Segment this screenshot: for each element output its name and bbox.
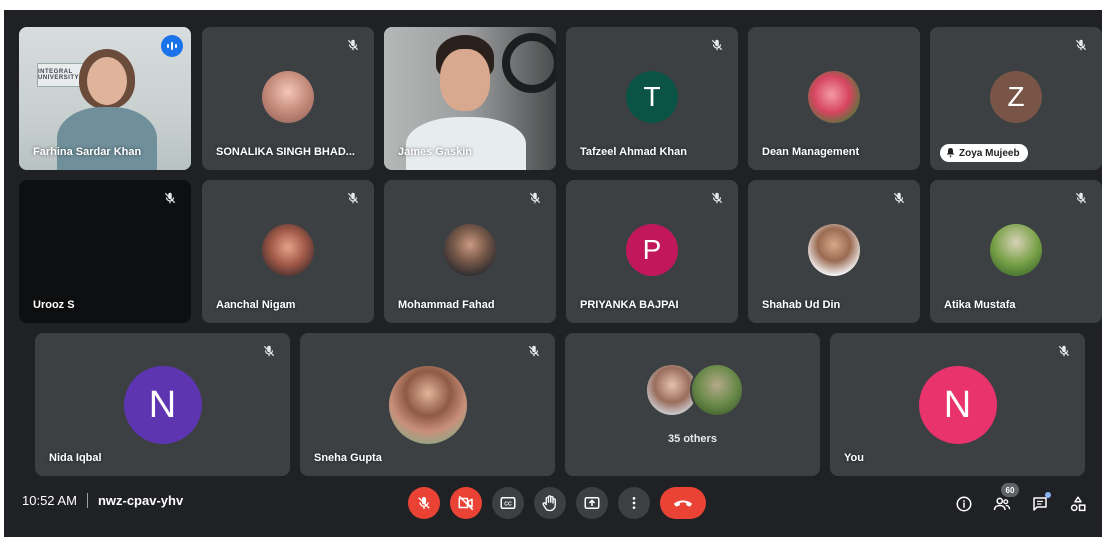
- participant-name: Tafzeel Ahmad Khan: [580, 146, 687, 158]
- divider: [86, 493, 88, 508]
- mic-off-icon: [1072, 189, 1090, 207]
- chat-notification-dot: [1045, 492, 1051, 498]
- leave-call-button[interactable]: [660, 487, 706, 519]
- avatar: P: [626, 224, 678, 276]
- tile-priyanka-bajpai[interactable]: P PRIYANKA BAJPAI: [566, 180, 738, 323]
- avatar: Z: [990, 71, 1042, 123]
- participant-name: SONALIKA SINGH BHAD...: [216, 146, 355, 158]
- tile-others[interactable]: 35 others: [565, 333, 820, 476]
- participant-name: James Gaskin: [398, 146, 472, 158]
- tile-shahab-ud-din[interactable]: Shahab Ud Din: [748, 180, 920, 323]
- mic-off-icon: [416, 495, 432, 511]
- speaking-indicator-icon: [161, 35, 183, 57]
- mic-toggle-button[interactable]: [408, 487, 440, 519]
- participant-name: Shahab Ud Din: [762, 299, 841, 311]
- camera-toggle-button[interactable]: [450, 487, 482, 519]
- avatar: [990, 224, 1042, 276]
- activities-button[interactable]: [1064, 490, 1092, 518]
- avatar: [444, 224, 496, 276]
- meeting-stage: INTEGRAL UNIVERSITY Farhina Sardar Khan …: [4, 10, 1102, 537]
- mic-off-icon: [1055, 342, 1073, 360]
- participant-name: Dean Management: [762, 146, 860, 158]
- info-icon: [956, 496, 972, 512]
- person-body: [406, 117, 526, 170]
- participant-name: Sneha Gupta: [314, 452, 382, 464]
- participant-name: Zoya Mujeeb: [959, 147, 1020, 159]
- tile-you[interactable]: N You: [830, 333, 1085, 476]
- closed-captions-icon: CC: [500, 497, 516, 509]
- meeting-info: 10:52 AM nwz-cpav-yhv: [22, 493, 183, 508]
- participant-name: You: [844, 452, 864, 464]
- tile-tafzeel[interactable]: T Tafzeel Ahmad Khan: [566, 27, 738, 170]
- mic-off-icon: [1072, 36, 1090, 54]
- call-end-icon: [673, 500, 693, 507]
- people-count-badge: 60: [1001, 483, 1019, 497]
- others-count: 35 others: [668, 433, 717, 445]
- chat-button[interactable]: [1026, 490, 1054, 518]
- more-vert-icon: [632, 497, 636, 509]
- mic-off-icon: [525, 342, 543, 360]
- participant-name: Aanchal Nigam: [216, 299, 296, 311]
- avatar: [262, 224, 314, 276]
- info-button[interactable]: [950, 490, 978, 518]
- participant-name: Atika Mustafa: [944, 299, 1016, 311]
- meeting-code: nwz-cpav-yhv: [97, 493, 184, 508]
- person-body: [57, 107, 157, 170]
- tile-atika-mustafa[interactable]: Atika Mustafa: [930, 180, 1102, 323]
- tile-nida-iqbal[interactable]: N Nida Iqbal: [35, 333, 290, 476]
- meeting-time: 10:52 AM: [22, 493, 77, 508]
- person-face: [87, 57, 127, 105]
- person-face: [440, 49, 490, 111]
- wreath-decoration: [502, 33, 556, 93]
- mic-off-icon: [708, 189, 726, 207]
- more-options-button[interactable]: [618, 487, 650, 519]
- videocam-off-icon: [458, 495, 474, 511]
- participant-name: Farhina Sardar Khan: [33, 146, 142, 158]
- people-button[interactable]: 60: [988, 483, 1019, 518]
- tile-sonalika[interactable]: SONALIKA SINGH BHAD...: [202, 27, 374, 170]
- present-screen-icon: [584, 497, 600, 509]
- mic-off-icon: [708, 36, 726, 54]
- tile-farhina-sardar-khan[interactable]: INTEGRAL UNIVERSITY Farhina Sardar Khan: [19, 27, 191, 170]
- tile-zoya-mujeeb[interactable]: Z Zoya Mujeeb: [930, 27, 1102, 170]
- mic-off-icon: [344, 36, 362, 54]
- avatar: N: [918, 366, 997, 444]
- raise-hand-button[interactable]: [534, 487, 566, 519]
- mic-off-icon: [161, 189, 179, 207]
- avatar: T: [626, 71, 678, 123]
- participant-name: Mohammad Fahad: [398, 299, 495, 311]
- avatar: [388, 366, 467, 444]
- activities-icon: [1070, 496, 1086, 512]
- others-avatar-2: [690, 363, 744, 417]
- people-icon: [993, 497, 1011, 511]
- mic-off-icon: [890, 189, 908, 207]
- name-chip: Zoya Mujeeb: [940, 144, 1028, 162]
- participant-name: PRIYANKA BAJPAI: [580, 299, 679, 311]
- present-button[interactable]: [576, 487, 608, 519]
- avatar: N: [123, 366, 202, 444]
- participant-name: Nida Iqbal: [49, 452, 102, 464]
- tile-dean-management[interactable]: Dean Management: [748, 27, 920, 170]
- svg-text:CC: CC: [504, 502, 512, 508]
- captions-button[interactable]: CC: [492, 487, 524, 519]
- tile-aanchal-nigam[interactable]: Aanchal Nigam: [202, 180, 374, 323]
- avatar: [808, 71, 860, 123]
- participant-name: Urooz S: [33, 299, 75, 311]
- tile-sneha-gupta[interactable]: Sneha Gupta: [300, 333, 555, 476]
- tile-mohammad-fahad[interactable]: Mohammad Fahad: [384, 180, 556, 323]
- hand-icon: [542, 495, 556, 512]
- mic-off-icon: [260, 342, 278, 360]
- mic-off-icon: [526, 189, 544, 207]
- avatar: [262, 71, 314, 123]
- tile-james-gaskin[interactable]: James Gaskin: [384, 27, 556, 170]
- avatar: [808, 224, 860, 276]
- pin-icon: [946, 148, 955, 158]
- tile-urooz-s[interactable]: Urooz S: [19, 180, 191, 323]
- mic-off-icon: [344, 189, 362, 207]
